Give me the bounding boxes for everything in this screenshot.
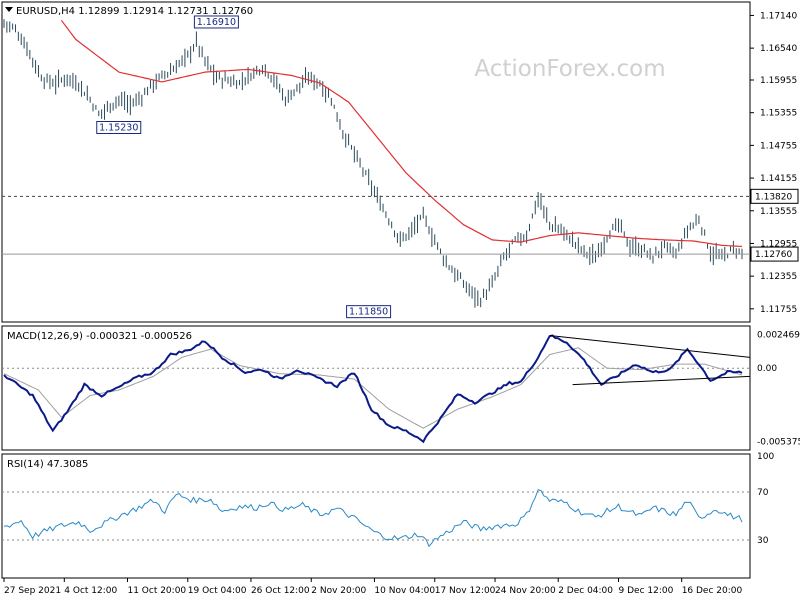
price-axis-label: 1.14155 xyxy=(760,174,797,184)
price-axis-label: 1.15355 xyxy=(760,109,797,119)
x-axis-label: 2 Nov 20:00 xyxy=(311,586,366,596)
macd-axis-label: -0.005375 xyxy=(757,438,800,448)
x-axis-label: 24 Nov 20:00 xyxy=(495,586,556,596)
rsi-axis-label: 30 xyxy=(757,536,769,546)
x-axis-label: 19 Oct 04:00 xyxy=(188,586,247,596)
x-axis-label: 16 Dec 20:00 xyxy=(682,586,743,596)
x-axis-label: 17 Nov 12:00 xyxy=(435,586,496,596)
price-axis-label: 1.13555 xyxy=(760,207,797,217)
price-axis-label: 1.17140 xyxy=(760,11,797,21)
price-axis-label: 1.11755 xyxy=(760,305,797,315)
price-annotation-label: 1.11850 xyxy=(349,307,388,318)
x-axis-label: 26 Oct 12:00 xyxy=(251,586,310,596)
current-price-label: 1.12760 xyxy=(755,250,792,260)
macd-caption: MACD(12,26,9) -0.000321 -0.000526 xyxy=(7,331,192,342)
price-axis-label: 1.12355 xyxy=(760,272,797,282)
rsi-axis-label: 70 xyxy=(757,488,769,498)
symbol-header: EURUSD,H4 1.12899 1.12914 1.12731 1.1276… xyxy=(5,6,253,17)
x-axis-label: 9 Dec 12:00 xyxy=(619,586,674,596)
x-axis-label: 11 Oct 20:00 xyxy=(127,586,186,596)
macd-axis-label: 0.002469 xyxy=(757,331,800,341)
symbol-caption: EURUSD,H4 1.12899 1.12914 1.12731 1.1276… xyxy=(16,6,253,17)
rsi-axis-label: 100 xyxy=(757,452,774,462)
x-axis-label: 4 Oct 12:00 xyxy=(64,586,117,596)
macd-axis-label: 0.00 xyxy=(757,364,777,374)
forex-chart: ActionForex.com 1.17140 1.16540 1.15955 1.1… xyxy=(0,0,800,600)
level-label: 1.13820 xyxy=(755,192,792,202)
price-annotation-label: 1.15230 xyxy=(99,123,138,134)
x-axis-label: 27 Sep 2021 xyxy=(4,586,61,596)
watermark-text: ActionForex.com xyxy=(474,56,665,82)
price-axis-label: 1.16540 xyxy=(760,44,797,54)
price-axis-label: 1.15955 xyxy=(760,76,797,86)
rsi-caption: RSI(14) 47.3085 xyxy=(7,459,88,470)
x-axis-label: 10 Nov 04:00 xyxy=(374,586,435,596)
price-axis-label: 1.14755 xyxy=(760,141,797,151)
price-annotation-label: 1.16910 xyxy=(197,17,236,28)
x-axis-label: 2 Dec 04:00 xyxy=(558,586,613,596)
